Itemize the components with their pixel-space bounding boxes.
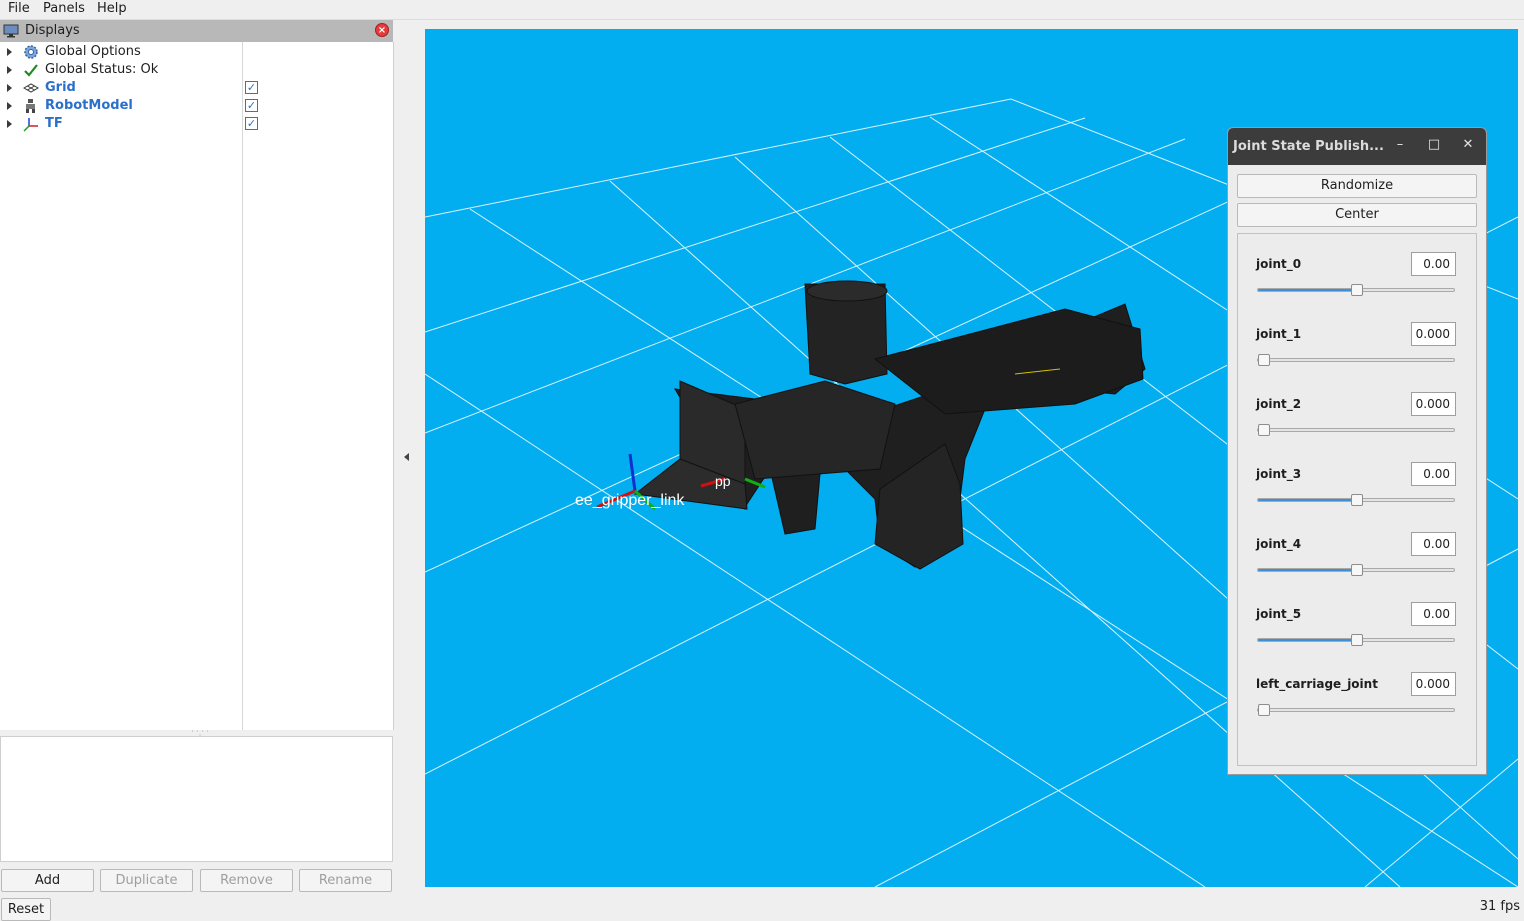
- tree-item-tf[interactable]: TF ✓: [0, 115, 393, 133]
- grid-visibility-checkbox[interactable]: ✓: [245, 81, 258, 94]
- joint-name-label: joint_4: [1256, 537, 1302, 551]
- expand-arrow-icon[interactable]: [7, 66, 12, 74]
- joint-value-field[interactable]: 0.000: [1411, 672, 1456, 696]
- joint-sliders-panel: joint_0 0.00 joint_1 0.000 joint_2 0.000 joint…: [1237, 233, 1477, 766]
- tree-item-label: Grid: [45, 80, 76, 95]
- gear-icon: [24, 45, 38, 59]
- expand-arrow-icon[interactable]: [7, 84, 12, 92]
- add-button[interactable]: Add: [1, 869, 94, 892]
- frame-label-ee: ee_gripper_link: [575, 492, 685, 509]
- joint-slider[interactable]: [1257, 424, 1455, 436]
- collapse-sidebar-icon[interactable]: [404, 453, 409, 461]
- joint-slider[interactable]: [1257, 564, 1455, 576]
- displays-tree: [0, 42, 394, 730]
- tree-item-label: TF: [45, 116, 63, 131]
- menu-file[interactable]: File: [8, 1, 30, 16]
- expand-arrow-icon[interactable]: [7, 120, 12, 128]
- fps-counter: 31 fps: [1479, 899, 1520, 914]
- joint-name-label: joint_0: [1256, 257, 1302, 271]
- robot-model: [633, 280, 1146, 570]
- slider-handle[interactable]: [1351, 494, 1363, 506]
- minimize-icon[interactable]: –: [1392, 137, 1408, 153]
- slider-fill: [1258, 289, 1357, 291]
- menu-help[interactable]: Help: [97, 1, 127, 16]
- slider-handle[interactable]: [1258, 424, 1270, 436]
- joint-name-label: joint_2: [1256, 397, 1302, 411]
- tree-item-robotmodel[interactable]: RobotModel ✓: [0, 97, 393, 115]
- joint-value-field[interactable]: 0.00: [1411, 602, 1456, 626]
- axes-icon: [23, 118, 38, 132]
- window-titlebar[interactable]: Joint State Publish... – □ ✕: [1228, 128, 1486, 165]
- joint-slider[interactable]: [1257, 704, 1455, 716]
- slider-fill: [1258, 499, 1357, 501]
- close-panel-icon[interactable]: ×: [375, 23, 389, 37]
- joint-value-field[interactable]: 0.000: [1411, 392, 1456, 416]
- tree-item-label: Global Status: Ok: [45, 62, 159, 77]
- joint-value-field[interactable]: 0.00: [1411, 462, 1456, 486]
- displays-panel-header: Displays: [0, 20, 393, 42]
- grid-icon: [23, 83, 39, 93]
- tree-item-global-status[interactable]: Global Status: Ok: [0, 61, 393, 79]
- remove-button[interactable]: Remove: [200, 869, 293, 892]
- robot-icon: [26, 99, 35, 113]
- tree-column-separator: [242, 42, 243, 730]
- slider-fill: [1258, 569, 1357, 571]
- slider-handle[interactable]: [1351, 564, 1363, 576]
- joint-name-label: left_carriage_joint: [1256, 677, 1378, 691]
- joint-value-field[interactable]: 0.00: [1411, 532, 1456, 556]
- slider-fill: [1258, 639, 1357, 641]
- tree-item-label: Global Options: [45, 44, 141, 59]
- menu-panels[interactable]: Panels: [43, 1, 85, 16]
- check-icon: [24, 64, 38, 77]
- joint-value-field[interactable]: 0.000: [1411, 322, 1456, 346]
- joint-value-field[interactable]: 0.00: [1411, 252, 1456, 276]
- frame-label-pp: pp: [715, 473, 731, 489]
- center-button[interactable]: Center: [1237, 203, 1477, 227]
- joint-name-label: joint_5: [1256, 607, 1302, 621]
- slider-handle[interactable]: [1258, 704, 1270, 716]
- slider-handle[interactable]: [1351, 284, 1363, 296]
- joint-state-publisher-window: Joint State Publish... – □ ✕ Randomize C…: [1227, 127, 1487, 775]
- joint-slider[interactable]: [1257, 284, 1455, 296]
- joint-name-label: joint_3: [1256, 467, 1302, 481]
- tf-visibility-checkbox[interactable]: ✓: [245, 117, 258, 130]
- duplicate-button[interactable]: Duplicate: [100, 869, 193, 892]
- slider-handle[interactable]: [1351, 634, 1363, 646]
- maximize-icon[interactable]: □: [1426, 137, 1442, 153]
- expand-arrow-icon[interactable]: [7, 48, 12, 56]
- window-title: Joint State Publish...: [1233, 139, 1384, 154]
- joint-slider[interactable]: [1257, 354, 1455, 366]
- tree-item-global-options[interactable]: Global Options: [0, 43, 393, 61]
- property-description-box: [0, 736, 393, 862]
- rename-button[interactable]: Rename: [299, 869, 392, 892]
- robotmodel-visibility-checkbox[interactable]: ✓: [245, 99, 258, 112]
- menu-bar: File Panels Help: [0, 0, 1524, 19]
- monitor-icon: [3, 24, 19, 38]
- joint-name-label: joint_1: [1256, 327, 1302, 341]
- tree-item-label: RobotModel: [45, 98, 133, 113]
- panel-splitter[interactable]: · · · · ·: [190, 728, 210, 740]
- close-icon[interactable]: ✕: [1460, 137, 1476, 153]
- displays-title: Displays: [25, 23, 80, 38]
- joint-slider[interactable]: [1257, 494, 1455, 506]
- randomize-button[interactable]: Randomize: [1237, 174, 1477, 198]
- reset-button[interactable]: Reset: [1, 898, 51, 921]
- slider-handle[interactable]: [1258, 354, 1270, 366]
- tree-item-grid[interactable]: Grid ✓: [0, 79, 393, 97]
- joint-slider[interactable]: [1257, 634, 1455, 646]
- expand-arrow-icon[interactable]: [7, 102, 12, 110]
